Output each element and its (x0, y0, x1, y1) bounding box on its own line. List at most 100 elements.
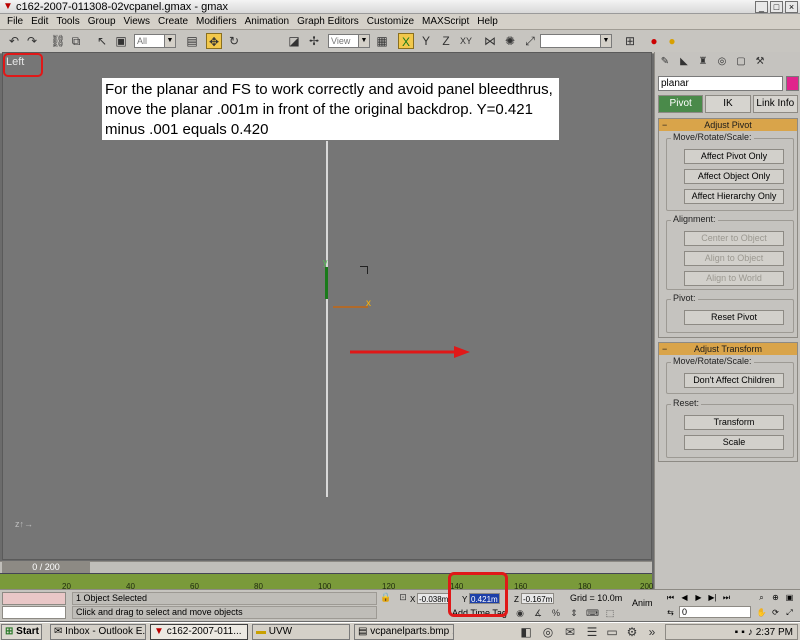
link-icon[interactable]: ⛓ (50, 33, 66, 49)
dont-affect-children-button[interactable]: Don't Affect Children (684, 373, 784, 388)
reset-pivot-button[interactable]: Reset Pivot (684, 310, 784, 325)
affect-hierarchy-only-button[interactable]: Affect Hierarchy Only (684, 189, 784, 204)
quick-render-icon[interactable]: ● (664, 33, 680, 49)
task-vcpanelparts[interactable]: ▤ vcpanelparts.bmp ... (354, 624, 454, 640)
select-arrow-icon[interactable]: ↖ (94, 33, 110, 49)
time-slider[interactable]: 0 / 200 (0, 561, 652, 573)
maxscript-listener-output[interactable] (2, 592, 66, 605)
create-tab-icon[interactable]: ✎ (657, 54, 673, 70)
go-to-end-icon[interactable]: ⏭ (721, 592, 732, 603)
tab-pivot[interactable]: Pivot (658, 95, 704, 113)
center-to-object-button[interactable]: Center to Object (684, 231, 784, 246)
rotate-icon[interactable]: ↻ (226, 33, 242, 49)
start-button[interactable]: ⊞ Start (1, 624, 42, 640)
quick-launch-icon[interactable]: » (644, 624, 660, 640)
clock[interactable]: 2:37 PM (756, 627, 793, 638)
maximize-viewport-icon[interactable]: ⤢ (784, 607, 795, 618)
object-color-swatch[interactable] (786, 76, 799, 91)
trackbar[interactable]: 20 40 60 80 100 120 140 160 180 200 (0, 573, 653, 591)
reset-transform-button[interactable]: Transform (684, 415, 784, 430)
mirror-icon[interactable]: ⋈ (482, 33, 498, 49)
affect-object-only-button[interactable]: Affect Object Only (684, 169, 784, 184)
named-selection-dropdown[interactable]: ▼ (540, 34, 612, 48)
selection-filter-dropdown[interactable]: All ▼ (134, 34, 176, 48)
quick-launch-icon[interactable]: ◎ (540, 624, 556, 640)
pan-icon[interactable]: ✋ (756, 607, 767, 618)
z-coordinate-field[interactable]: -0.167m (521, 593, 555, 604)
tray-icon[interactable]: ▪ (741, 627, 745, 638)
menu-help[interactable]: Help (473, 15, 502, 29)
align-icon[interactable]: ⤢ (522, 33, 538, 49)
lock-icon[interactable]: 🔒 (380, 591, 392, 603)
current-frame-field[interactable]: 0 (679, 606, 751, 618)
menu-file[interactable]: File (3, 15, 27, 29)
align-to-world-button[interactable]: Align to World (684, 271, 784, 286)
menu-animation[interactable]: Animation (241, 15, 293, 29)
array-icon[interactable]: ✺ (502, 33, 518, 49)
align-to-object-button[interactable]: Align to Object (684, 251, 784, 266)
scale-icon[interactable]: ◪ (286, 33, 302, 49)
menu-edit[interactable]: Edit (27, 15, 52, 29)
planar-object-edge[interactable] (326, 141, 328, 497)
percent-snap-icon[interactable]: % (550, 607, 562, 619)
minimize-button[interactable]: _ (755, 1, 768, 13)
snap-icon[interactable]: ✢ (306, 33, 322, 49)
reset-scale-button[interactable]: Scale (684, 435, 784, 450)
zoom-extents-icon[interactable]: ▣ (784, 592, 795, 603)
task-uvw[interactable]: ▬ UVW (252, 624, 350, 640)
angle-snap-icon[interactable]: ∡ (532, 607, 544, 619)
menu-group[interactable]: Group (84, 15, 120, 29)
task-gmax[interactable]: ▼ c162-2007-011... (150, 624, 248, 640)
object-name-field[interactable]: planar (658, 76, 783, 91)
affect-pivot-only-button[interactable]: Affect Pivot Only (684, 149, 784, 164)
tab-link-info[interactable]: Link Info (752, 95, 798, 113)
quick-launch-icon[interactable]: ◧ (518, 624, 534, 640)
modify-tab-icon[interactable]: ◣ (676, 54, 692, 70)
menu-create[interactable]: Create (154, 15, 192, 29)
select-by-name-icon[interactable]: ▤ (184, 33, 200, 49)
speaker-icon[interactable]: ♪ (748, 627, 753, 638)
go-to-start-icon[interactable]: ⏮ (665, 592, 676, 603)
adjust-pivot-header[interactable]: − Adjust Pivot (659, 119, 797, 131)
animate-button[interactable]: Anim (632, 598, 653, 608)
zoom-all-icon[interactable]: ⊕ (770, 592, 781, 603)
quick-launch-icon[interactable]: ✉ (562, 624, 578, 640)
menu-tools[interactable]: Tools (52, 15, 83, 29)
utilities-tab-icon[interactable]: ⚒ (752, 54, 768, 70)
viewport-left[interactable]: Left For the planar and FS to work corre… (2, 52, 652, 560)
unlink-icon[interactable]: ⧉ (68, 33, 84, 49)
time-slider-thumb[interactable]: 0 / 200 (2, 562, 90, 573)
snap-toggle-icon[interactable]: ◉ (514, 607, 526, 619)
reference-coordinate-dropdown[interactable]: View ▼ (328, 34, 370, 48)
render-icon[interactable]: ● (646, 33, 662, 49)
motion-tab-icon[interactable]: ◎ (714, 54, 730, 70)
quick-launch-icon[interactable]: ☰ (584, 624, 600, 640)
material-editor-icon[interactable]: ⊞ (622, 33, 638, 49)
arc-rotate-icon[interactable]: ⟳ (770, 607, 781, 618)
move-icon[interactable]: ✥ (206, 33, 222, 49)
zoom-icon[interactable]: ⌕ (756, 592, 767, 603)
display-tab-icon[interactable]: ▢ (733, 54, 749, 70)
close-button[interactable]: × (785, 1, 798, 13)
hierarchy-tab-icon[interactable]: ♜ (695, 54, 711, 70)
task-outlook[interactable]: ✉ Inbox - Outlook E... (50, 624, 146, 640)
quick-launch-icon[interactable]: ⚙ (624, 624, 640, 640)
menu-modifiers[interactable]: Modifiers (192, 15, 241, 29)
axis-constraint-xy-button[interactable]: XY (458, 33, 474, 49)
adjust-transform-header[interactable]: − Adjust Transform (659, 343, 797, 355)
spinner-snap-icon[interactable]: ⇕ (568, 607, 580, 619)
key-mode-icon[interactable]: ⇆ (665, 607, 676, 618)
menu-views[interactable]: Views (120, 15, 155, 29)
x-coordinate-field[interactable]: -0.038m (417, 593, 451, 604)
region-select-icon[interactable]: ▣ (113, 33, 129, 49)
play-icon[interactable]: ▶ (693, 592, 704, 603)
axis-constraint-z-button[interactable]: Z (438, 33, 454, 49)
absolute-mode-icon[interactable]: ⊡ (397, 591, 409, 603)
maximize-button[interactable]: □ (770, 1, 783, 13)
tab-ik[interactable]: IK (705, 95, 751, 113)
next-frame-icon[interactable]: ▶| (707, 592, 718, 603)
maxscript-listener-input[interactable] (2, 606, 66, 619)
pivot-center-icon[interactable]: ▦ (374, 33, 390, 49)
tray-icon[interactable]: ▪ (735, 627, 739, 638)
axis-constraint-y-button[interactable]: Y (418, 33, 434, 49)
